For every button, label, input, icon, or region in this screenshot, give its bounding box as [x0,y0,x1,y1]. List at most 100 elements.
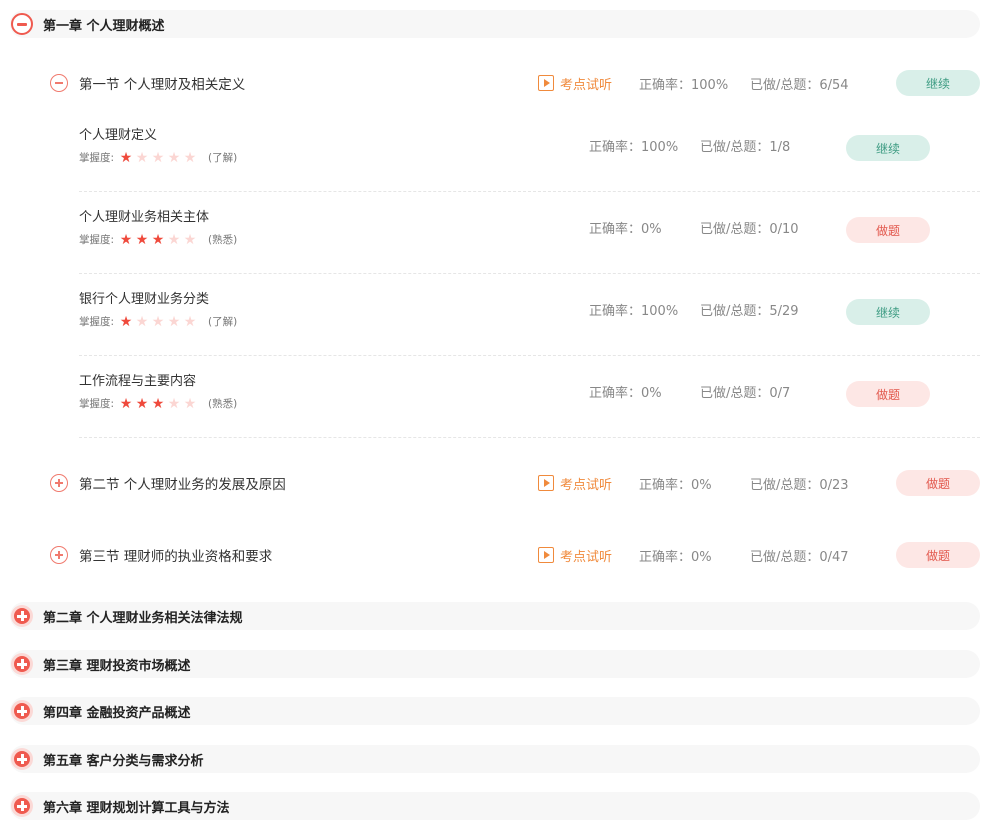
progress-text: 已做/总题：0/47 [750,549,849,565]
collapse-icon[interactable] [11,13,33,35]
do-questions-button[interactable]: 做题 [896,542,980,568]
do-questions-button[interactable]: 做题 [896,470,980,496]
mastery-row: 掌握度: ★ ★ ★ ★ ★ (熟悉) [79,396,237,411]
section-title: 第一节 个人理财及相关定义 [79,77,246,93]
chapter-1-header[interactable]: 第一章 个人理财概述 [10,10,980,38]
expand-icon[interactable] [50,474,68,492]
mastery-stars: ★ ★ ★ ★ ★ [118,151,198,165]
trial-link[interactable]: 考点试听 [538,474,612,493]
mastery-stars: ★ ★ ★ ★ ★ [118,233,198,247]
mastery-row: 掌握度: ★ ★ ★ ★ ★ (了解) [79,314,237,329]
mastery-stars: ★ ★ ★ ★ ★ [118,315,198,329]
section-3-row[interactable]: 第三节 理财师的执业资格和要求 考点试听 正确率：0% 已做/总题：0/47 做… [50,541,980,569]
play-icon [538,475,554,491]
star-empty-icon: ★ [183,395,197,412]
mastery-label: 掌握度: [79,316,115,328]
trial-label: 考点试听 [560,549,613,565]
section-title: 第三节 理财师的执业资格和要求 [79,549,273,565]
expand-icon[interactable] [11,605,33,627]
point-title: 个人理财定义 [79,128,158,143]
mastery-level: (了解) [208,316,238,328]
star-filled-icon: ★ [119,231,133,248]
expand-icon[interactable] [11,653,33,675]
collapse-icon[interactable] [50,74,68,92]
chapter-6-header[interactable]: 第六章 理财规划计算工具与方法 [10,792,980,820]
star-empty-icon: ★ [183,231,197,248]
mastery-label: 掌握度: [79,398,115,410]
chapter-4-header[interactable]: 第四章 金融投资产品概述 [10,697,980,725]
section-title: 第二节 个人理财业务的发展及原因 [79,477,286,493]
do-questions-button[interactable]: 做题 [846,217,930,243]
progress-text: 已做/总题：1/8 [700,140,791,155]
trial-label: 考点试听 [560,477,613,493]
progress-text: 已做/总题：0/7 [700,386,791,401]
point-title: 个人理财业务相关主体 [79,210,210,225]
expand-icon[interactable] [11,748,33,770]
continue-button[interactable]: 继续 [846,135,930,161]
section-2-row[interactable]: 第二节 个人理财业务的发展及原因 考点试听 正确率：0% 已做/总题：0/23 … [50,469,980,497]
chapter-5-header[interactable]: 第五章 客户分类与需求分析 [10,745,980,773]
chapter-3-header[interactable]: 第三章 理财投资市场概述 [10,650,980,678]
star-empty-icon: ★ [167,149,181,166]
mastery-label: 掌握度: [79,234,115,246]
star-empty-icon: ★ [151,313,165,330]
chapter-title: 第三章 理财投资市场概述 [43,658,191,674]
progress-text: 已做/总题：0/23 [750,477,849,493]
continue-button[interactable]: 继续 [896,70,980,96]
point-title: 银行个人理财业务分类 [79,292,210,307]
play-icon [538,75,554,91]
trial-link[interactable]: 考点试听 [538,546,612,565]
mastery-level: (了解) [208,152,238,164]
star-empty-icon: ★ [183,313,197,330]
star-filled-icon: ★ [135,395,149,412]
section-1-row[interactable]: 第一节 个人理财及相关定义 考点试听 正确率：100% 已做/总题：6/54 继… [50,69,980,97]
star-filled-icon: ★ [151,231,165,248]
progress-text: 已做/总题：5/29 [700,304,799,319]
star-filled-icon: ★ [119,149,133,166]
mastery-label: 掌握度: [79,152,115,164]
expand-icon[interactable] [11,700,33,722]
chapter-title: 第二章 个人理财业务相关法律法规 [43,610,243,626]
star-empty-icon: ★ [151,149,165,166]
mastery-level: (熟悉) [208,234,238,246]
continue-button[interactable]: 继续 [846,299,930,325]
accuracy-text: 正确率：100% [639,77,729,93]
chapter-title: 第六章 理财规划计算工具与方法 [43,800,230,816]
do-questions-button[interactable]: 做题 [846,381,930,407]
accuracy-text: 正确率：100% [589,140,679,155]
star-empty-icon: ★ [135,313,149,330]
accuracy-text: 正确率：0% [589,386,662,401]
mastery-level: (熟悉) [208,398,238,410]
accuracy-text: 正确率：100% [589,304,679,319]
point-title: 工作流程与主要内容 [79,374,197,389]
mastery-stars: ★ ★ ★ ★ ★ [118,397,198,411]
point-item: 银行个人理财业务分类 掌握度: ★ ★ ★ ★ ★ (了解) 正确率：100% 已做/总题：… [79,274,980,356]
expand-icon[interactable] [50,546,68,564]
chapter-title: 第一章 个人理财概述 [43,18,165,34]
accuracy-text: 正确率：0% [639,549,712,565]
point-item: 工作流程与主要内容 掌握度: ★ ★ ★ ★ ★ (熟悉) 正确率：0% 已做/总题：0/7… [79,356,980,438]
star-empty-icon: ★ [183,149,197,166]
point-item: 个人理财业务相关主体 掌握度: ★ ★ ★ ★ ★ (熟悉) 正确率：0% 已做/总题：0/… [79,192,980,274]
chapter-title: 第四章 金融投资产品概述 [43,705,191,721]
expand-icon[interactable] [11,795,33,817]
progress-text: 已做/总题：6/54 [750,77,849,93]
chapter-2-header[interactable]: 第二章 个人理财业务相关法律法规 [10,602,980,630]
point-item: 个人理财定义 掌握度: ★ ★ ★ ★ ★ (了解) 正确率：100% 已做/总题：1/8 … [79,110,980,192]
mastery-row: 掌握度: ★ ★ ★ ★ ★ (了解) [79,150,237,165]
progress-text: 已做/总题：0/10 [700,222,799,237]
accuracy-text: 正确率：0% [639,477,712,493]
star-empty-icon: ★ [167,395,181,412]
star-empty-icon: ★ [167,231,181,248]
play-icon [538,547,554,563]
trial-link[interactable]: 考点试听 [538,74,612,93]
star-filled-icon: ★ [119,395,133,412]
star-filled-icon: ★ [119,313,133,330]
chapter-title: 第五章 客户分类与需求分析 [43,753,204,769]
accuracy-text: 正确率：0% [589,222,662,237]
trial-label: 考点试听 [560,77,613,93]
star-filled-icon: ★ [135,231,149,248]
star-filled-icon: ★ [151,395,165,412]
star-empty-icon: ★ [135,149,149,166]
mastery-row: 掌握度: ★ ★ ★ ★ ★ (熟悉) [79,232,237,247]
